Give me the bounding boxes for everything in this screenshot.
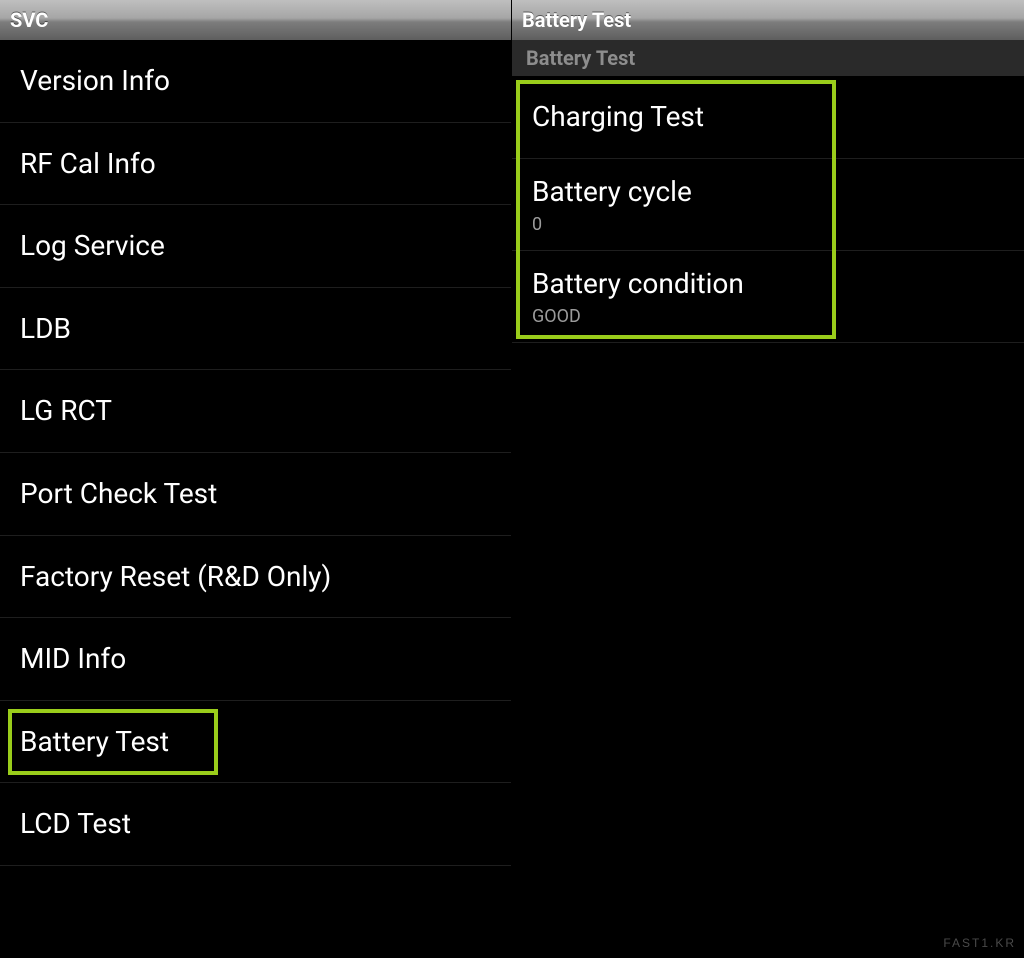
svc-menu-item[interactable]: Log Service [0, 205, 511, 288]
battery-test-header: Battery Test [512, 0, 1024, 40]
battery-test-item-label: Battery condition [532, 267, 744, 300]
battery-test-item-label: Charging Test [532, 100, 704, 133]
svc-menu-item[interactable]: LG RCT [0, 370, 511, 453]
battery-test-subtitle: Battery Test [526, 46, 635, 70]
svc-panel: SVC Version InfoRF Cal InfoLog ServiceLD… [0, 0, 512, 958]
svc-menu-item[interactable]: LCD Test [0, 783, 511, 866]
battery-test-title: Battery Test [522, 8, 631, 32]
svc-menu-item[interactable]: RF Cal Info [0, 123, 511, 206]
svc-menu-item[interactable]: Port Check Test [0, 453, 511, 536]
battery-test-item-value: 0 [532, 214, 1004, 236]
battery-test-item-value: GOOD [532, 306, 1004, 328]
battery-test-item[interactable]: Battery cycle 0 [512, 159, 1024, 251]
svc-menu-item[interactable]: Factory Reset (R&D Only) [0, 536, 511, 619]
watermark: FAST1.KR [943, 936, 1016, 950]
battery-test-subheader: Battery Test [512, 40, 1024, 76]
svc-menu-item[interactable]: Battery Test [0, 701, 511, 784]
battery-test-item-label: Battery cycle [532, 175, 692, 208]
battery-test-list: Charging Test Battery cycle 0 Battery condi… [512, 76, 1024, 958]
battery-test-item[interactable]: Battery condition GOOD [512, 251, 1024, 343]
svc-header: SVC [0, 0, 511, 40]
svc-menu-item[interactable]: Version Info [0, 40, 511, 123]
battery-test-panel: Battery Test Battery Test Charging Test B… [512, 0, 1024, 958]
svc-title: SVC [10, 8, 48, 32]
svc-menu-item[interactable]: MID Info [0, 618, 511, 701]
svc-menu-item[interactable]: LDB [0, 288, 511, 371]
svc-menu-list: Version InfoRF Cal InfoLog ServiceLDBLG … [0, 40, 511, 958]
battery-test-item[interactable]: Charging Test [512, 76, 1024, 159]
